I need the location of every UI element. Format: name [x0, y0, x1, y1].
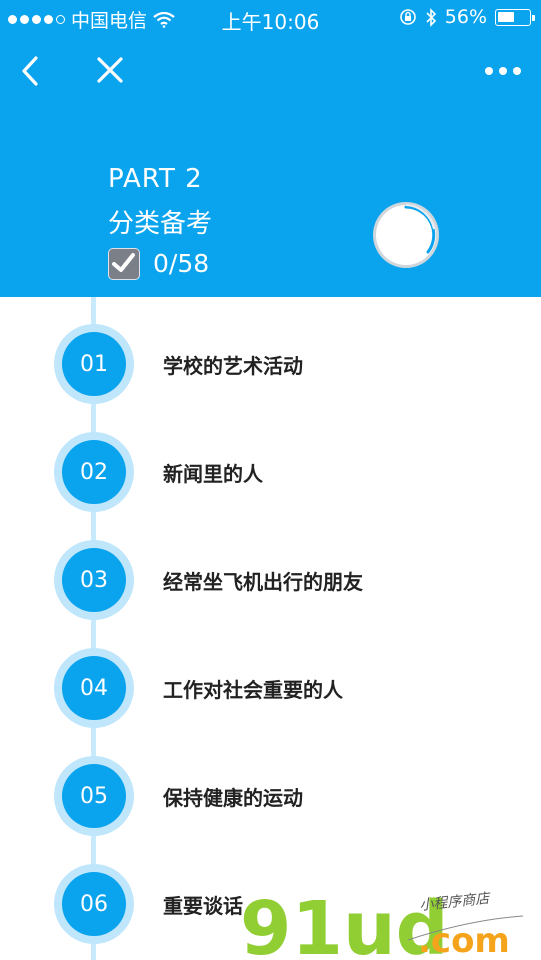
item-number: 05 [62, 764, 126, 828]
watermark-logo: 91ud .com 小程序商店 [240, 886, 524, 960]
more-button[interactable] [481, 50, 525, 94]
list-item[interactable]: 02 新闻里的人 [0, 432, 541, 512]
item-label: 重要谈话 [163, 894, 243, 918]
battery-icon [495, 8, 535, 26]
item-number: 02 [62, 440, 126, 504]
list-item[interactable]: 04 工作对社会重要的人 [0, 648, 541, 728]
topic-list: 01 学校的艺术活动 02 新闻里的人 03 经常坐飞机出行的朋友 04 工作对… [0, 297, 541, 960]
progress-count: 0/58 [153, 249, 210, 278]
status-right: 56% [399, 6, 535, 28]
item-label: 经常坐飞机出行的朋友 [163, 570, 363, 594]
item-label: 保持健康的运动 [163, 786, 303, 810]
list-item[interactable]: 03 经常坐飞机出行的朋友 [0, 540, 541, 620]
svg-text:.com: .com [418, 921, 510, 960]
battery-level [498, 11, 514, 22]
back-button[interactable] [10, 50, 54, 94]
orientation-lock-icon [399, 9, 416, 25]
list-item[interactable]: 01 学校的艺术活动 [0, 324, 541, 404]
close-icon [97, 57, 123, 83]
part-subtitle: 分类备考 [108, 209, 213, 239]
bluetooth-icon [426, 7, 436, 27]
item-number: 03 [62, 548, 126, 612]
item-label: 工作对社会重要的人 [163, 678, 343, 702]
item-label: 学校的艺术活动 [163, 354, 303, 378]
more-dots-icon [485, 67, 521, 75]
status-bar: 中国电信 上午10:06 56% [0, 0, 541, 36]
completed-checkbox[interactable] [108, 248, 140, 280]
list-item[interactable]: 05 保持健康的运动 [0, 756, 541, 836]
chevron-left-icon [22, 56, 38, 86]
progress-ring [373, 202, 439, 268]
battery-percent: 56% [444, 6, 487, 28]
header: 中国电信 上午10:06 56% PART 2 分类备考 0/58 [0, 0, 541, 297]
item-number: 04 [62, 656, 126, 720]
part-title: PART 2 [108, 164, 203, 194]
item-label: 新闻里的人 [163, 462, 263, 486]
item-number: 06 [62, 872, 126, 936]
close-button[interactable] [88, 50, 132, 94]
item-number: 01 [62, 332, 126, 396]
check-icon [112, 253, 135, 272]
